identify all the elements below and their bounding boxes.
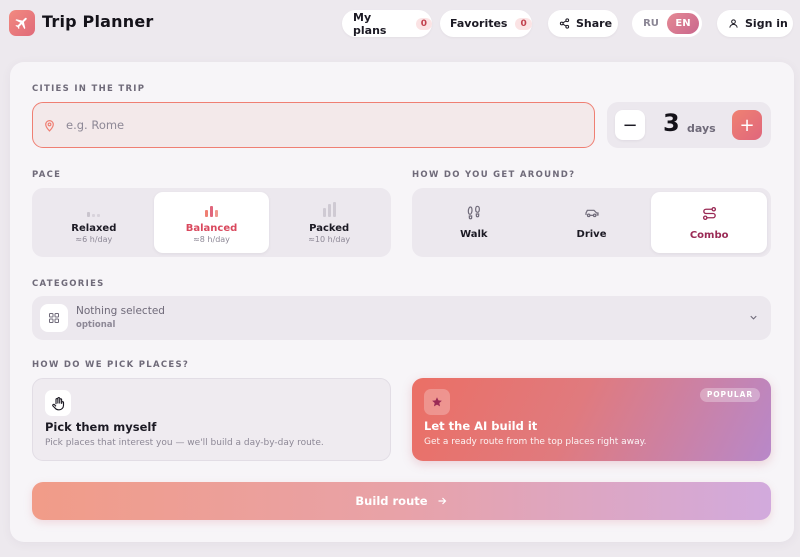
my-plans-label: My plans bbox=[353, 10, 387, 37]
footprints-icon bbox=[467, 205, 480, 220]
pick-ai-description: Get a ready route from the top places ri… bbox=[424, 437, 647, 447]
grid-icon bbox=[40, 304, 68, 332]
transport-selector: Walk Drive Combo bbox=[412, 188, 771, 257]
pace-balanced-icon bbox=[205, 202, 218, 217]
transport-option-walk[interactable]: Walk bbox=[416, 192, 532, 253]
share-button[interactable]: Share bbox=[548, 10, 618, 37]
star-icon bbox=[424, 389, 450, 415]
pick-section-label: HOW DO WE PICK PLACES? bbox=[32, 360, 190, 370]
categories-optional-hint: optional bbox=[76, 320, 116, 330]
transport-combo-label: Combo bbox=[689, 229, 729, 241]
hand-pointer-icon bbox=[45, 390, 71, 416]
pick-manual-title: Pick them myself bbox=[45, 420, 157, 434]
city-input-field[interactable] bbox=[32, 102, 595, 148]
days-decrement-button[interactable]: − bbox=[615, 110, 645, 140]
language-switch: RU EN bbox=[632, 10, 702, 37]
days-increment-button[interactable]: + bbox=[732, 110, 762, 140]
pace-packed-hours: ≈10 h/day bbox=[308, 234, 351, 244]
pace-relaxed-icon bbox=[87, 202, 101, 217]
pace-option-packed[interactable]: Packed ≈10 h/day bbox=[271, 192, 387, 253]
pick-manual-option[interactable]: Pick them myself Pick places that intere… bbox=[32, 378, 391, 461]
cities-section-label: CITIES IN THE TRIP bbox=[32, 84, 146, 94]
build-route-button[interactable]: Build route bbox=[32, 482, 771, 520]
pace-relaxed-hours: ≈6 h/day bbox=[75, 234, 113, 244]
transport-option-drive[interactable]: Drive bbox=[534, 192, 650, 253]
my-plans-count-badge: 0 bbox=[415, 17, 432, 30]
favorites-count-badge: 0 bbox=[515, 17, 532, 30]
arrow-right-icon bbox=[438, 497, 446, 505]
city-input[interactable] bbox=[66, 118, 546, 132]
pace-option-balanced[interactable]: Balanced ≈8 h/day bbox=[153, 192, 270, 253]
pick-ai-option[interactable]: POPULAR Let the AI build it Get a ready … bbox=[412, 378, 771, 461]
transport-drive-label: Drive bbox=[576, 229, 607, 240]
lang-en-option[interactable]: EN bbox=[667, 13, 699, 34]
car-icon bbox=[584, 209, 599, 218]
pick-ai-title: Let the AI build it bbox=[424, 419, 538, 433]
categories-selected-value: Nothing selected bbox=[76, 305, 165, 317]
transport-walk-label: Walk bbox=[460, 229, 488, 240]
build-route-label: Build route bbox=[355, 494, 428, 508]
pick-manual-description: Pick places that interest you — we'll bu… bbox=[45, 438, 324, 448]
transport-section-label: HOW DO YOU GET AROUND? bbox=[412, 170, 576, 180]
app-logo-icon[interactable] bbox=[9, 10, 35, 36]
pace-packed-label: Packed bbox=[309, 222, 350, 234]
sign-in-label: Sign in bbox=[745, 17, 788, 30]
chevron-down-icon bbox=[750, 315, 757, 320]
my-plans-button[interactable]: My plans 0 bbox=[342, 10, 432, 37]
categories-dropdown[interactable]: Nothing selected optional bbox=[32, 296, 771, 340]
popular-badge: POPULAR bbox=[699, 388, 760, 402]
pace-option-relaxed[interactable]: Relaxed ≈6 h/day bbox=[36, 192, 152, 253]
sign-in-button[interactable]: Sign in bbox=[717, 10, 793, 37]
map-pin-icon bbox=[45, 119, 54, 132]
transport-option-combo[interactable]: Combo bbox=[651, 192, 768, 253]
days-stepper: − 3 days + bbox=[607, 102, 771, 148]
route-icon bbox=[702, 206, 716, 220]
categories-section-label: CATEGORIES bbox=[32, 279, 105, 289]
days-value: 3 bbox=[663, 109, 680, 137]
pace-balanced-label: Balanced bbox=[185, 222, 238, 234]
pace-selector: Relaxed ≈6 h/day Balanced ≈8 h/day Packe… bbox=[32, 188, 391, 257]
share-label: Share bbox=[576, 17, 613, 30]
trip-form-card: CITIES IN THE TRIP − 3 days + PACE Relax… bbox=[10, 62, 794, 542]
lang-ru-option[interactable]: RU bbox=[635, 13, 667, 34]
pace-section-label: PACE bbox=[32, 170, 62, 180]
share-icon bbox=[559, 18, 570, 29]
pace-relaxed-label: Relaxed bbox=[71, 222, 117, 234]
pace-balanced-hours: ≈8 h/day bbox=[193, 234, 230, 244]
app-title: Trip Planner bbox=[42, 12, 154, 31]
user-icon bbox=[729, 19, 738, 28]
top-bar: Trip Planner My plans 0 Favorites 0 Shar… bbox=[0, 0, 800, 48]
favorites-button[interactable]: Favorites 0 bbox=[440, 10, 532, 37]
favorites-label: Favorites bbox=[450, 17, 508, 30]
pace-packed-icon bbox=[322, 201, 336, 217]
days-unit-label: days bbox=[687, 122, 716, 135]
